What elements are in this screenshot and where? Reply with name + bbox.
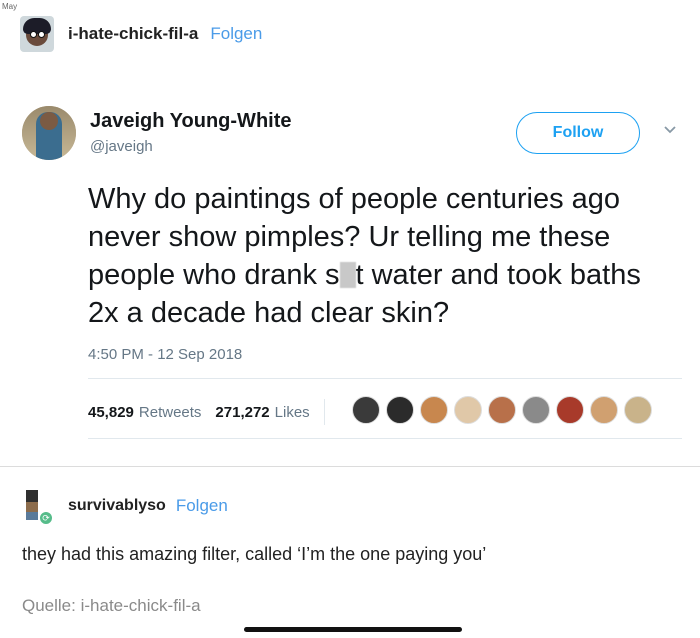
source-line: Quelle: i-hate-chick-fil-a [22, 596, 201, 616]
liker-avatar[interactable] [556, 396, 584, 424]
liker-avatar[interactable] [386, 396, 414, 424]
home-indicator[interactable] [244, 627, 462, 632]
avatar-eye-left [30, 31, 37, 38]
reblog-comment: they had this amazing filter, called ‘I’… [22, 544, 487, 564]
retweets-label[interactable]: Retweets [139, 404, 202, 421]
retweets-count[interactable]: 45,829 [88, 404, 134, 421]
divider [88, 438, 682, 439]
reblogger-avatar[interactable]: ⟳ [22, 490, 54, 526]
reblog-icon: ⟳ [38, 510, 54, 526]
source-link[interactable]: i-hate-chick-fil-a [81, 596, 201, 615]
avatar-pixel [26, 490, 38, 502]
avatar-hair [23, 18, 51, 34]
avatar-eye-right [38, 31, 45, 38]
embedded-tweet: Javeigh Young-White @javeigh Follow Why … [0, 90, 700, 450]
follow-link[interactable]: Folgen [210, 24, 262, 44]
post-header: i-hate-chick-fil-a Folgen [20, 16, 262, 52]
liker-avatar[interactable] [420, 396, 448, 424]
divider [88, 378, 682, 379]
reblogger-username[interactable]: survivablyso [68, 497, 166, 515]
liker-avatars [352, 396, 658, 426]
tweet-stats: 45,829 Retweets 271,272 Likes [88, 399, 337, 425]
avatar-head [40, 112, 58, 130]
chevron-down-icon[interactable] [664, 124, 676, 136]
likes-count[interactable]: 271,272 [215, 404, 269, 421]
blog-avatar[interactable] [20, 16, 54, 52]
liker-avatar[interactable] [488, 396, 516, 424]
avatar-pixel [26, 512, 38, 520]
blog-username[interactable]: i-hate-chick-fil-a [68, 24, 198, 44]
tweet-author-handle[interactable]: @javeigh [90, 138, 153, 155]
liker-avatar[interactable] [624, 396, 652, 424]
corner-tag: May [2, 2, 18, 11]
avatar-pixel [26, 502, 38, 512]
tweet-text: Why do paintings of people centuries ago… [88, 180, 678, 332]
censor-block [339, 262, 356, 288]
section-divider [0, 466, 700, 467]
liker-avatar[interactable] [352, 396, 380, 424]
tweet-author-name[interactable]: Javeigh Young-White [90, 110, 292, 133]
liker-avatar[interactable] [454, 396, 482, 424]
source-label: Quelle: [22, 596, 76, 615]
likes-label[interactable]: Likes [275, 404, 310, 421]
tweet-author-avatar[interactable] [22, 106, 76, 160]
reblog-follow-link[interactable]: Folgen [176, 496, 228, 516]
tweet-timestamp[interactable]: 4:50 PM - 12 Sep 2018 [88, 346, 242, 363]
liker-avatar[interactable] [522, 396, 550, 424]
liker-avatar[interactable] [590, 396, 618, 424]
stats-separator [323, 399, 325, 425]
reblog-header: ⟳ survivablyso Folgen [22, 488, 228, 526]
tweet-follow-button[interactable]: Follow [516, 112, 640, 154]
